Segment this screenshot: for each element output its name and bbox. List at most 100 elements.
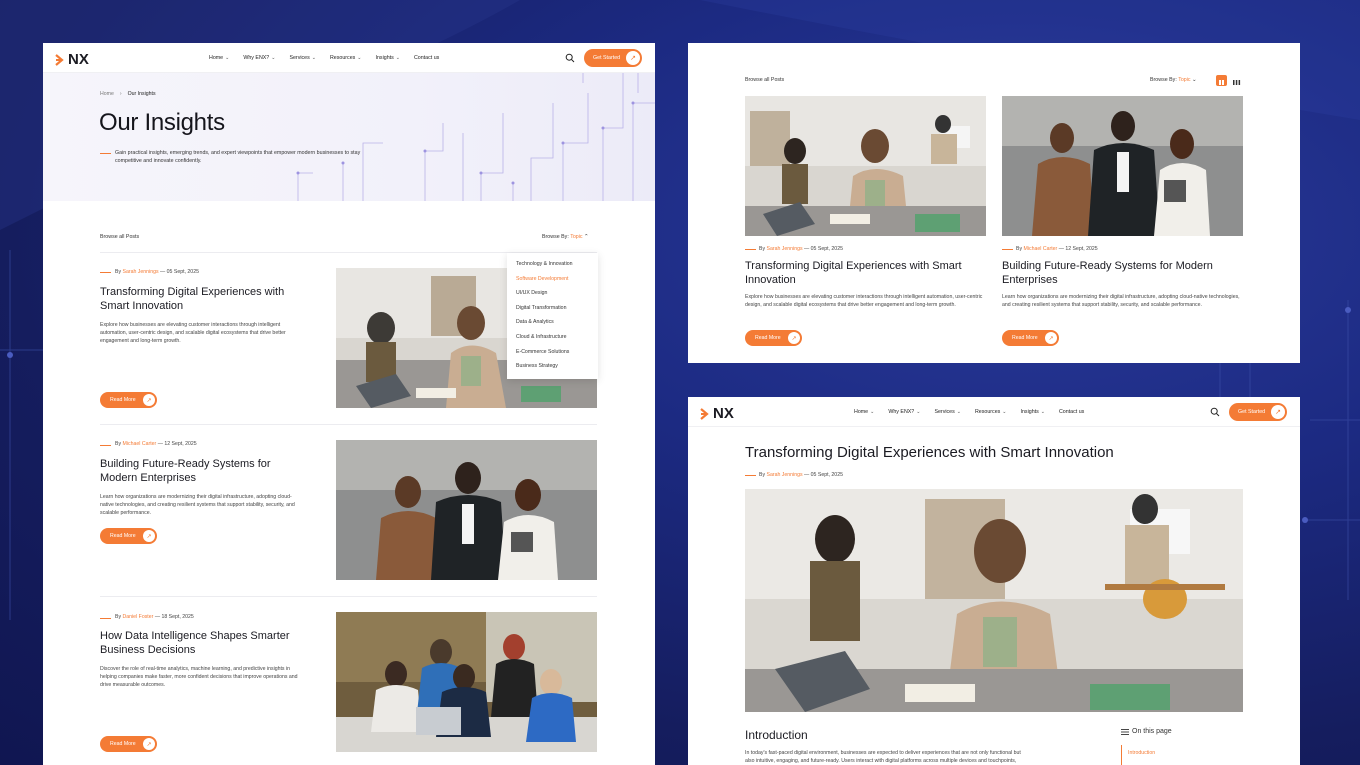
- card-title[interactable]: Building Future-Ready Systems for Modern…: [1002, 259, 1232, 287]
- divider: [100, 424, 597, 425]
- chevron-down-icon: ⌄: [1192, 77, 1197, 83]
- accent-dash: [1002, 249, 1013, 250]
- nav-menu: Home ⌄ Why ENX? ⌄ Services ⌄ Resources ⌄ Ins…: [209, 43, 439, 73]
- logo-arrow-icon: [700, 407, 709, 420]
- toc-title: On this page: [1132, 728, 1172, 735]
- article-body: In today's fast-paced digital environmen…: [745, 750, 1021, 763]
- nav-item-home[interactable]: Home ⌄: [209, 55, 229, 61]
- post-image-meeting[interactable]: [336, 612, 597, 752]
- article-meta: By Sarah Jennings — 05 Sept, 2025: [759, 472, 843, 478]
- nav-item-resources[interactable]: Resources ⌄: [975, 409, 1007, 415]
- breadcrumb: Home › Our Insights: [100, 91, 156, 97]
- arrow-up-right-icon: ↗: [143, 394, 155, 406]
- post-meta: By Michael Carter — 12 Sept, 2025: [1016, 246, 1098, 252]
- post-description: Discover the role of real-time analytics…: [100, 666, 298, 688]
- author-link[interactable]: Michael Carter: [1024, 246, 1058, 252]
- post-description: Explore how businesses are elevating cus…: [100, 322, 286, 344]
- chevron-down-icon: ⌄: [225, 55, 230, 61]
- grid-view-button[interactable]: [1216, 75, 1227, 86]
- chevron-down-icon: ⌄: [1002, 409, 1007, 415]
- navbar: NX Home ⌄ Why ENX? ⌄ Services ⌄ Resources ⌄ …: [43, 43, 655, 73]
- chevron-up-icon: ⌃: [584, 234, 589, 240]
- read-more-button[interactable]: Read More ↗: [745, 330, 802, 346]
- hero-section: Home › Our Insights Our Insights Gain pr…: [43, 73, 655, 201]
- dropdown-item-active[interactable]: Software Development: [516, 274, 598, 289]
- logo-arrow-icon: [55, 53, 64, 66]
- columns-icon: [1233, 80, 1241, 85]
- chevron-down-icon: ⌄: [395, 55, 400, 61]
- get-started-button[interactable]: Get Started ↗: [584, 49, 642, 67]
- list-view-button[interactable]: [1231, 75, 1242, 86]
- accent-dash: [100, 445, 111, 446]
- article-page-panel: NX Home ⌄ Why ENX? ⌄ Services ⌄ Resources ⌄ …: [688, 397, 1300, 765]
- dropdown-item[interactable]: UI/UX Design: [516, 288, 598, 303]
- nav-item-why-enx[interactable]: Why ENX? ⌄: [243, 55, 275, 61]
- post-title[interactable]: Building Future-Ready Systems for Modern…: [100, 457, 300, 485]
- author-link[interactable]: Sarah Jennings: [767, 472, 803, 478]
- card-title[interactable]: Transforming Digital Experiences with Sm…: [745, 259, 975, 287]
- card-image-office[interactable]: [745, 96, 986, 236]
- dropdown-item[interactable]: Cloud & Infrastructure: [516, 332, 598, 347]
- dropdown-item[interactable]: Technology & Innovation: [516, 259, 598, 274]
- dropdown-item[interactable]: Data & Analytics: [516, 317, 598, 332]
- navbar: NX Home ⌄ Why ENX? ⌄ Services ⌄ Resources ⌄ …: [688, 397, 1300, 427]
- nav-item-contact[interactable]: Contact us: [1059, 409, 1084, 415]
- nav-item-services[interactable]: Services ⌄: [934, 409, 961, 415]
- post-description: Learn how organizations are modernizing …: [100, 494, 295, 516]
- nav-item-services[interactable]: Services ⌄: [289, 55, 316, 61]
- author-link[interactable]: Daniel Foster: [123, 614, 154, 620]
- nav-menu: Home ⌄ Why ENX? ⌄ Services ⌄ Resources ⌄ Ins…: [854, 397, 1084, 427]
- section-heading: Introduction: [745, 728, 808, 742]
- author-link[interactable]: Sarah Jennings: [767, 246, 803, 252]
- page-title: Our Insights: [99, 109, 225, 136]
- browse-by-dropdown[interactable]: Browse By: Topic ⌄: [1150, 77, 1197, 83]
- logo-text: NX: [68, 51, 89, 68]
- read-more-button[interactable]: Read More ↗: [100, 392, 157, 408]
- breadcrumb-current: Our Insights: [127, 91, 156, 97]
- post-image-team[interactable]: [336, 440, 597, 580]
- get-started-button[interactable]: Get Started ↗: [1229, 403, 1287, 421]
- chevron-down-icon: ⌄: [956, 409, 961, 415]
- grid-icon: [1219, 80, 1224, 85]
- nav-item-contact[interactable]: Contact us: [414, 55, 439, 61]
- nav-item-insights[interactable]: Insights ⌄: [376, 55, 400, 61]
- nav-item-resources[interactable]: Resources ⌄: [330, 55, 362, 61]
- breadcrumb-home[interactable]: Home: [100, 91, 114, 97]
- dropdown-item[interactable]: Digital Transformation: [516, 303, 598, 318]
- post-meta: By Sarah Jennings — 05 Sept, 2025: [759, 246, 843, 252]
- logo[interactable]: NX: [700, 405, 734, 422]
- toc-item-introduction[interactable]: Introduction: [1128, 750, 1155, 756]
- dropdown-item[interactable]: E-Commerce Solutions: [516, 347, 598, 362]
- nav-item-why-enx[interactable]: Why ENX? ⌄: [888, 409, 920, 415]
- page-description: Gain practical insights, emerging trends…: [115, 150, 361, 164]
- nav-item-insights[interactable]: Insights ⌄: [1021, 409, 1045, 415]
- browse-all-label: Browse all Posts: [100, 234, 140, 240]
- toc-active-indicator: [1121, 745, 1122, 765]
- dropdown-item[interactable]: Business Strategy: [516, 361, 598, 376]
- author-link[interactable]: Sarah Jennings: [123, 269, 159, 275]
- accent-dash: [100, 153, 111, 154]
- chevron-down-icon: ⌄: [311, 55, 316, 61]
- author-link[interactable]: Michael Carter: [123, 441, 157, 447]
- post-meta: By Michael Carter — 12 Sept, 2025: [115, 441, 197, 447]
- post-title[interactable]: How Data Intelligence Shapes Smarter Bus…: [100, 629, 300, 657]
- card-image-team[interactable]: [1002, 96, 1243, 236]
- accent-dash: [100, 618, 111, 619]
- read-more-button[interactable]: Read More ↗: [1002, 330, 1059, 346]
- chevron-down-icon: ⌄: [357, 55, 362, 61]
- accent-dash: [745, 475, 756, 476]
- browse-by-dropdown[interactable]: Browse By: Topic ⌃: [542, 234, 589, 240]
- read-more-button[interactable]: Read More ↗: [100, 736, 157, 752]
- search-icon[interactable]: [565, 53, 575, 63]
- search-icon[interactable]: [1210, 407, 1220, 417]
- topic-dropdown-menu: Technology & Innovation Software Develop…: [507, 253, 598, 379]
- logo[interactable]: NX: [55, 51, 89, 68]
- nav-item-home[interactable]: Home ⌄: [854, 409, 874, 415]
- post-title[interactable]: Transforming Digital Experiences with Sm…: [100, 285, 300, 313]
- card-description: Explore how businesses are elevating cus…: [745, 294, 983, 308]
- post-meta: By Daniel Foster — 18 Sept, 2025: [115, 614, 194, 620]
- grid-listing-panel: Browse all Posts Browse By: Topic ⌄ By S…: [688, 43, 1300, 363]
- arrow-up-right-icon: ↗: [143, 530, 155, 542]
- read-more-button[interactable]: Read More ↗: [100, 528, 157, 544]
- arrow-up-right-icon: ↗: [1045, 332, 1057, 344]
